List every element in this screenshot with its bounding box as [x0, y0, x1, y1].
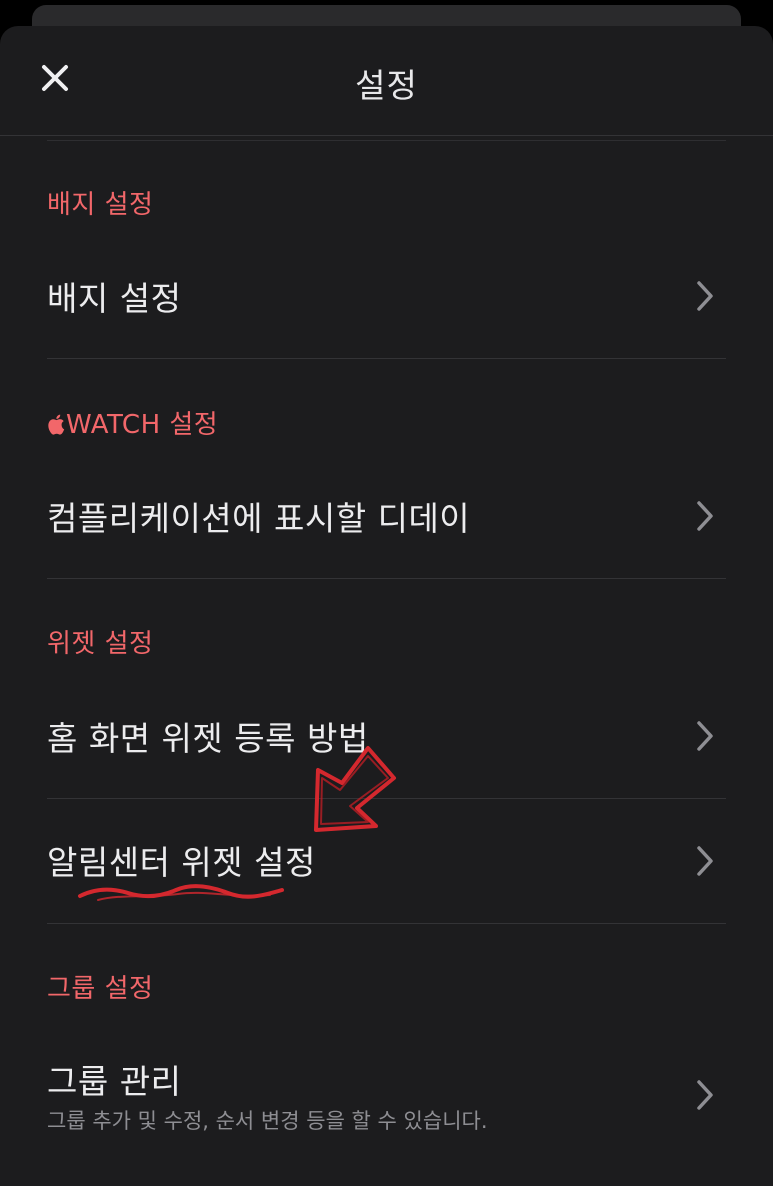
chevron-right-icon	[697, 721, 713, 751]
row-home-widget-guide[interactable]: 홈 화면 위젯 등록 방법	[0, 698, 773, 798]
row-notification-widget-settings[interactable]: 알림센터 위젯 설정	[0, 799, 773, 922]
row-label: 컴플리케이션에 표시할 디데이	[47, 499, 471, 538]
chevron-right-icon	[697, 501, 713, 531]
divider	[47, 358, 726, 359]
divider	[47, 923, 726, 924]
chevron-right-icon	[697, 846, 713, 876]
section-header-group: 그룹 설정	[47, 974, 154, 1004]
apple-logo-icon	[48, 414, 65, 435]
row-label: 홈 화면 위젯 등록 방법	[47, 719, 369, 758]
section-header-watch: WATCH 설정	[47, 404, 218, 441]
row-label: 알림센터 위젯 설정	[47, 843, 316, 882]
section-header-label: WATCH 설정	[66, 410, 219, 440]
divider	[47, 140, 726, 141]
section-header-badge: 배지 설정	[47, 190, 154, 220]
settings-sheet: 설정 배지 설정 배지 설정 WATCH 설정 컴플리케이션에 표시할 디데이 …	[0, 26, 773, 1186]
row-subtitle: 그룹 추가 및 수정, 순서 변경 등을 할 수 있습니다.	[47, 1109, 488, 1133]
divider	[47, 578, 726, 579]
nav-bar: 설정	[0, 26, 773, 136]
row-badge-settings[interactable]: 배지 설정	[0, 258, 773, 358]
chevron-right-icon	[697, 281, 713, 311]
row-label: 배지 설정	[47, 279, 182, 318]
section-header-widget: 위젯 설정	[47, 629, 154, 659]
page-title: 설정	[355, 66, 418, 105]
row-label: 그룹 관리	[47, 1062, 182, 1101]
row-group-management[interactable]: 그룹 관리 그룹 추가 및 수정, 순서 변경 등을 할 수 있습니다.	[0, 1042, 773, 1160]
chevron-right-icon	[697, 1080, 713, 1110]
row-watch-complication[interactable]: 컴플리케이션에 표시할 디데이	[0, 478, 773, 578]
